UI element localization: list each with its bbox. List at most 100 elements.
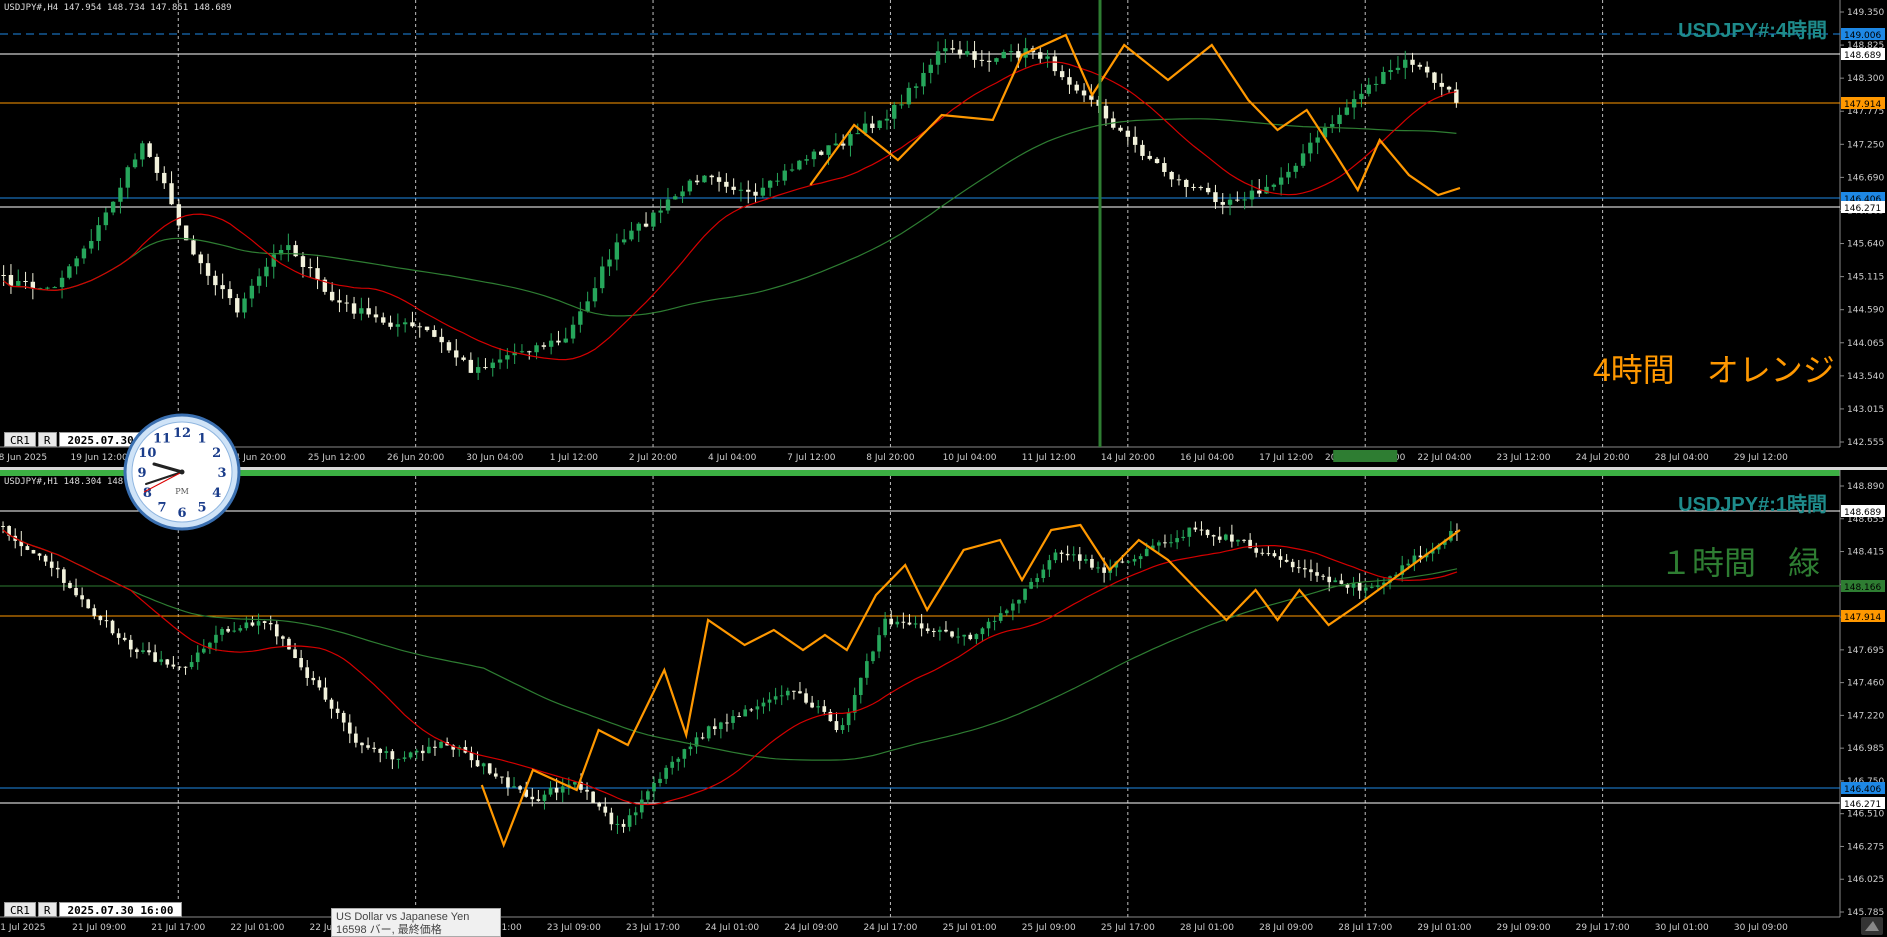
candle-body [96,225,101,242]
time-tick-label: 29 Jul 17:00 [1576,923,1630,933]
candle-body [300,256,306,267]
price-tick-label: 145.115 [1847,273,1884,283]
candle-body [743,709,748,717]
candle-body [1169,171,1174,180]
time-tick-label: 18 Jun 2025 [0,453,47,463]
candle-body [132,159,138,168]
h1-date-chip-r[interactable]: R [37,902,57,917]
clock-numeral: 3 [217,466,226,481]
candle-body [1071,554,1076,556]
h4-date-chip-r[interactable]: R [37,432,57,447]
candle-body [1278,556,1283,560]
candle-body [366,308,371,315]
candle-body [944,629,948,632]
candle-body [792,690,796,692]
tooltip-line-1: US Dollar vs Japanese Yen [336,911,470,923]
candle-body [1175,538,1179,543]
candle-body [351,303,357,314]
h4-chart-pane[interactable]: 18 Jun 202519 Jun 12:0023 Jun 04:0024 Ju… [0,0,1887,467]
candle-body [37,553,42,556]
zigzag-line [480,523,1461,849]
candle-body [1067,77,1072,85]
time-tick-label: 28 Jul 09:00 [1259,923,1313,933]
time-tick-label: 21 Jul 09:00 [72,923,126,933]
candle-body [390,751,395,760]
h4-symbol-info: USDJPY#,H4 147.954 148.734 147.851 148.6… [4,3,232,13]
candle-body [1023,588,1027,600]
time-tick-label: 28 Jul 04:00 [1655,453,1709,463]
candle-body [439,336,444,343]
analog-clock: 12 1234567891011 PM [123,413,241,531]
candle-body [826,145,831,155]
candle-body [1181,536,1186,539]
candle-body [651,212,656,227]
candle-body [1017,599,1021,604]
candle-body [171,664,176,667]
candle-body [305,667,310,678]
h1-date-chip-cr1[interactable]: CR1 [4,902,36,917]
price-marker-label: 147.914 [1844,613,1881,623]
candle-body [118,187,123,202]
candle-body [250,622,255,626]
price-scale[interactable] [1840,470,1887,937]
candle-body [1217,536,1222,540]
candle-body [311,677,316,681]
candle-body [994,58,999,62]
clock-numeral: 9 [137,466,146,481]
candle-body [1193,527,1198,530]
candle-body [687,180,693,192]
candle-body [191,240,196,255]
zigzag-line [809,33,1461,197]
price-tick-label: 142.555 [1847,438,1884,448]
candle-body [899,104,904,106]
candle-body [395,324,401,327]
candle-body [658,778,662,783]
candle-body [943,48,948,52]
candle-body [481,763,486,767]
candle-body [779,695,784,697]
time-tick-label: 29 Jul 01:00 [1417,923,1471,933]
candle-body [530,796,535,800]
time-tick-label: 14 Jul 20:00 [1101,453,1155,463]
candle-body [767,180,773,188]
h4-chart-canvas[interactable]: 18 Jun 202519 Jun 12:0023 Jun 04:0024 Ju… [0,0,1887,467]
price-tick-label: 146.690 [1847,173,1884,183]
candle-body [1187,527,1192,537]
h1-chart-canvas[interactable]: 21 Jul 2025 21 Jul 09:00 21 Jul 17:00 22 Ju… [0,470,1887,937]
candle-body [366,745,370,748]
candle-body [468,359,474,373]
candle-body [378,748,383,753]
candle-body [373,314,379,318]
candle-body [804,159,809,161]
candle-body [633,812,638,816]
candle-body [519,351,525,353]
candle-body [1184,179,1189,187]
candle-body [159,659,164,662]
candle-body [1052,56,1058,72]
candle-body [89,241,94,249]
h4-date-chip-cr1[interactable]: CR1 [4,432,36,447]
h1-chart-pane[interactable]: 21 Jul 2025 21 Jul 09:00 21 Jul 17:00 22 Ju… [0,470,1887,937]
time-tick-label: 17 Jul 12:00 [1259,453,1313,463]
price-scale[interactable] [1840,0,1887,467]
clock-numeral: 7 [157,501,166,516]
candle-body [1,526,5,528]
time-tick-label: 24 Jul 17:00 [863,923,917,933]
chart-shift-icon[interactable] [1861,917,1883,935]
candle-body [1120,561,1125,563]
candle-body [1300,153,1306,166]
h1-date-box: CR1 R 2025.07.30 16:00 [4,902,183,917]
candle-body [189,662,194,667]
candle-body [913,623,918,625]
candle-body [811,151,817,160]
candle-body [554,787,559,793]
candle-body [1041,569,1046,579]
candle-body [104,620,109,622]
ma-slow-line [2,529,1458,761]
candle-body [402,757,407,759]
candle-body [1424,66,1430,73]
candle-body [592,288,598,302]
candle-body [789,169,795,171]
time-tick-label: 23 Jul 12:00 [1496,453,1550,463]
h1-color-label: １時間 緑 [1660,545,1821,581]
